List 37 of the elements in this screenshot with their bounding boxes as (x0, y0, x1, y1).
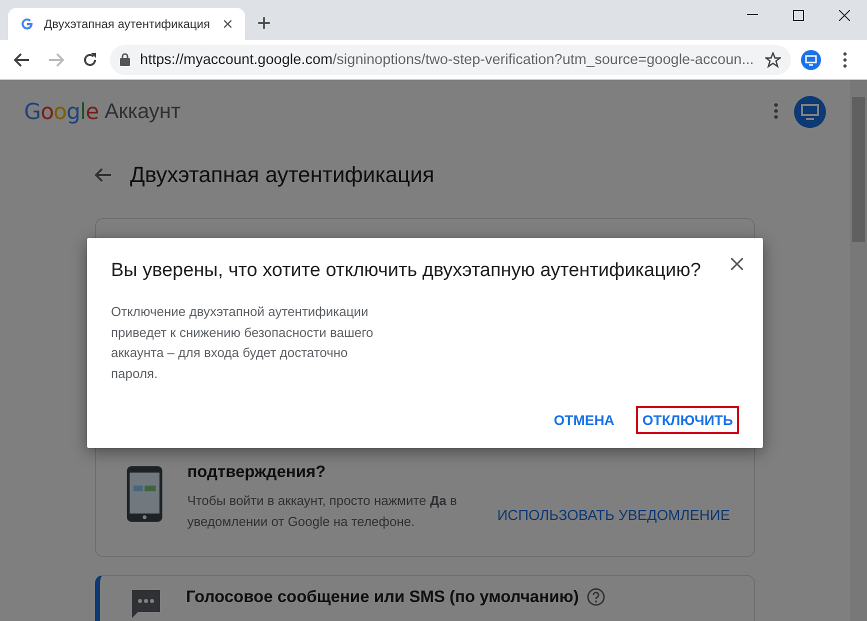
product-name: Аккаунт (104, 100, 182, 124)
monitor-icon (801, 104, 819, 120)
lock-icon (120, 53, 130, 66)
page-title: Двухэтапная аутентификация (130, 162, 434, 188)
minimize-icon (746, 14, 758, 16)
star-icon[interactable] (765, 52, 781, 68)
account-avatar[interactable] (794, 96, 826, 128)
dialog-button[interactable]: ОТКЛЮЧИТЬ (636, 406, 739, 434)
menu-icon (843, 52, 847, 68)
card-title: Голосовое сообщение или SMS (по умолчанию) (186, 588, 579, 607)
new-tab-button[interactable]: + (257, 12, 272, 36)
scrollbar[interactable] (850, 80, 867, 621)
help-icon[interactable] (586, 588, 605, 606)
card-title: подтверждения? (187, 463, 327, 482)
google-logo: Google (24, 100, 99, 124)
phone-icon (126, 463, 164, 525)
g-logo-icon (20, 17, 34, 31)
address-bar[interactable]: https://myaccount.google.com/signinoptions/two-step-verification?utm_source=google-accoun... (110, 44, 791, 74)
dialog-close-button[interactable] (731, 258, 743, 273)
dialog-button[interactable]: ОТМЕНА (548, 406, 620, 434)
back-arrow-icon[interactable] (94, 167, 112, 183)
maximize-icon (792, 10, 804, 20)
url-text: https://myaccount.google.com/signinoptions/two-step-verification?utm_source=google-accoun... (140, 52, 755, 68)
back-arrow-icon (14, 52, 30, 66)
browser-tab[interactable]: Двухэтапная аутентификация × (8, 8, 245, 40)
more-icon (774, 102, 778, 118)
tab-title: Двухэтапная аутентификация (44, 17, 212, 31)
dialog-title: Вы уверены, что хотите отключить двухэтапную аутентификацию? (111, 259, 702, 283)
more-button[interactable] (774, 102, 778, 122)
close-icon (731, 258, 743, 270)
close-icon (838, 10, 850, 20)
monitor-icon (801, 50, 821, 70)
forward-arrow-icon (48, 52, 64, 66)
card-description: Чтобы войти в аккаунт, просто нажмите Да в уведомлении от Google на телефоне. (187, 492, 458, 531)
reload-icon (82, 52, 98, 68)
tab-close-button[interactable]: × (222, 14, 233, 34)
dialog-message: Отключение двухэтапной аутентификации приведет к снижению безопасности вашего аккаунта – для входа будет достаточно пароля. (111, 303, 374, 383)
